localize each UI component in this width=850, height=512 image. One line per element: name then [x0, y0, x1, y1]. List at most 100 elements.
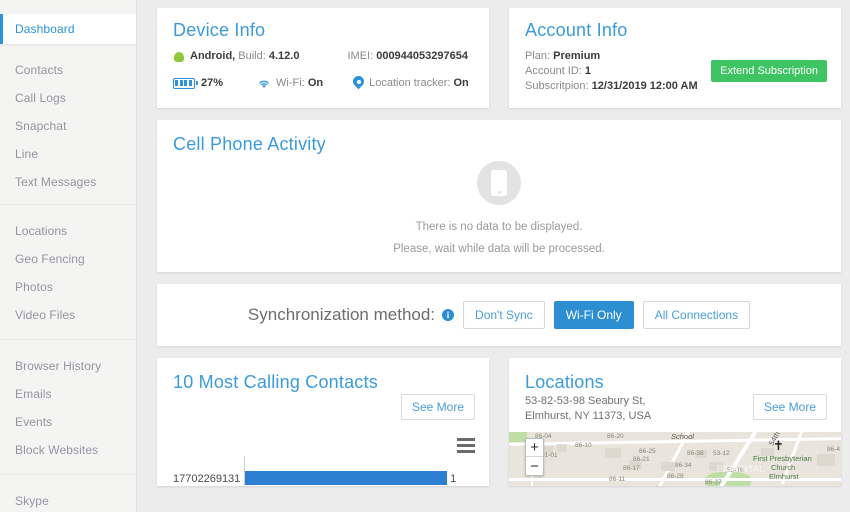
map-label: 86-28	[667, 473, 684, 480]
device-imei-row: IMEI: 000944053297654	[347, 50, 468, 62]
locations-card: Locations 53-82-53-98 Seabury St, Elmhur…	[509, 358, 841, 486]
device-build-value: 4.12.0	[268, 50, 300, 62]
wifi-icon	[257, 78, 271, 89]
android-icon	[173, 50, 185, 62]
map-label-school: School	[671, 432, 694, 441]
sidebar-item-snapchat[interactable]: Snapchat	[0, 112, 136, 140]
locations-title: Locations	[525, 372, 604, 392]
sidebar-item-label: Dashboard	[15, 22, 75, 36]
device-info-title: Device Info	[173, 20, 266, 40]
account-subscription-label: Subscritpion:	[525, 80, 589, 92]
map-poi-line-3: Elmhurst	[769, 472, 799, 481]
sidebar-group-2: Locations Geo Fencing Photos Video Files	[0, 205, 136, 340]
sidebar-item-browser-history[interactable]: Browser History	[0, 352, 136, 380]
map-building	[557, 444, 567, 452]
mobile-phone-icon	[477, 161, 521, 205]
account-id-label: Account ID:	[525, 65, 582, 77]
map-building	[817, 454, 835, 466]
sidebar-group-4: Skype	[0, 475, 136, 512]
sync-method-label: Synchronization method:	[247, 305, 436, 324]
map-label: 86-4	[827, 446, 841, 453]
location-tracker-value: On	[453, 77, 469, 89]
sidebar-item-label: Line	[15, 147, 39, 161]
location-tracker-status: Location tracker: On	[353, 76, 469, 90]
sidebar-item-dashboard[interactable]: Dashboard	[0, 14, 136, 44]
device-os-label: Android,	[190, 50, 236, 62]
map-label: 86-10	[575, 442, 592, 449]
empty-state: There is no data to be displayed. Please…	[173, 161, 825, 255]
account-plan-value: Premium	[553, 50, 601, 62]
sidebar-item-label: Call Logs	[15, 91, 66, 105]
map-poi-line-2: Church	[771, 463, 796, 472]
sidebar-item-label: Locations	[15, 224, 68, 238]
sidebar-item-events[interactable]: Events	[0, 408, 136, 436]
wifi-label: Wi-Fi:	[276, 77, 305, 89]
location-map[interactable]: 86-04 86-20 86-10 51-01 86-25 86-21 86-1…	[509, 432, 841, 486]
location-tracker-label: Location tracker:	[369, 77, 451, 89]
row-bottom: 10 Most Calling Contacts See More 177022…	[157, 358, 850, 486]
app-root: Dashboard Contacts Call Logs Snapchat Li…	[0, 0, 850, 512]
device-info-card: Device Info Android, Build: 4.12.0 IMEI:…	[157, 8, 489, 108]
account-info-title: Account Info	[525, 20, 628, 40]
account-plan-label: Plan:	[525, 50, 551, 62]
wifi-value: On	[307, 77, 324, 89]
sidebar-group-1: Dashboard Contacts Call Logs Snapchat Li…	[0, 14, 136, 205]
device-imei-label: IMEI:	[347, 50, 374, 62]
sidebar-group-3: Browser History Emails Events Block Webs…	[0, 340, 136, 475]
see-more-calls-button[interactable]: See More	[400, 394, 475, 420]
sidebar-item-label: Snapchat	[15, 119, 67, 133]
sidebar-item-geo-fencing[interactable]: Geo Fencing	[0, 245, 136, 273]
device-build-label: Build:	[238, 50, 266, 62]
chart-track: 1	[244, 456, 473, 486]
cell-phone-activity-title: Cell Phone Activity	[173, 134, 326, 154]
map-label: 53-12	[713, 450, 730, 457]
sidebar: Dashboard Contacts Call Logs Snapchat Li…	[0, 0, 137, 512]
map-zoom-in-button[interactable]: +	[526, 439, 543, 457]
sidebar-item-text-messages[interactable]: Text Messages	[0, 168, 136, 196]
map-pin-icon	[353, 76, 364, 90]
sidebar-item-label: Emails	[15, 387, 52, 401]
map-zoom-control[interactable]: + −	[525, 438, 544, 476]
chart-bar	[245, 471, 447, 485]
extend-subscription-button[interactable]: Extend Subscription	[711, 60, 827, 82]
battery-value: 27%	[201, 77, 224, 89]
row-activity: Cell Phone Activity There is no data to …	[157, 120, 850, 272]
account-info-card: Account Info Plan: Premium Account ID: 1…	[509, 8, 841, 108]
sidebar-item-line[interactable]: Line	[0, 140, 136, 168]
sidebar-item-contacts[interactable]: Contacts	[0, 56, 136, 84]
map-zoom-out-button[interactable]: −	[526, 457, 543, 475]
map-label: 86-38	[687, 450, 704, 457]
empty-state-line-1: There is no data to be displayed.	[415, 221, 583, 233]
map-label: 86-25	[639, 448, 656, 455]
map-label: 86-37	[705, 479, 722, 486]
sidebar-item-locations[interactable]: Locations	[0, 217, 136, 245]
map-label: 86-21	[633, 456, 650, 463]
sync-option-wifi-only[interactable]: Wi-Fi Only	[553, 301, 634, 329]
hamburger-menu-icon[interactable]	[457, 438, 475, 456]
sidebar-item-call-logs[interactable]: Call Logs	[0, 84, 136, 112]
sync-option-dont-sync[interactable]: Don't Sync	[463, 301, 545, 329]
map-label: 86-17	[623, 465, 640, 472]
see-more-locations-button[interactable]: See More	[752, 394, 827, 420]
calling-contacts-bar-chart: 17702269131 1	[173, 456, 473, 486]
sidebar-item-label: Block Websites	[15, 443, 99, 457]
chart-category-label: 17702269131	[173, 473, 241, 485]
sidebar-item-video-files[interactable]: Video Files	[0, 301, 136, 329]
row-info: Device Info Android, Build: 4.12.0 IMEI:…	[157, 8, 850, 108]
sidebar-item-label: Events	[15, 415, 53, 429]
device-status-row: 27% Wi-Fi: On Location tracker: On	[173, 76, 473, 90]
cell-phone-activity-card: Cell Phone Activity There is no data to …	[157, 120, 841, 272]
sidebar-item-photos[interactable]: Photos	[0, 273, 136, 301]
synchronization-method-card: Synchronization method: i Don't Sync Wi-…	[157, 284, 841, 346]
sidebar-item-skype[interactable]: Skype	[0, 487, 136, 512]
sidebar-item-emails[interactable]: Emails	[0, 380, 136, 408]
map-label: 86-20	[607, 433, 624, 440]
info-icon[interactable]: i	[442, 309, 455, 321]
sync-option-all-connections[interactable]: All Connections	[642, 301, 751, 329]
sidebar-item-block-websites[interactable]: Block Websites	[0, 436, 136, 464]
sidebar-item-label: Browser History	[15, 359, 102, 373]
